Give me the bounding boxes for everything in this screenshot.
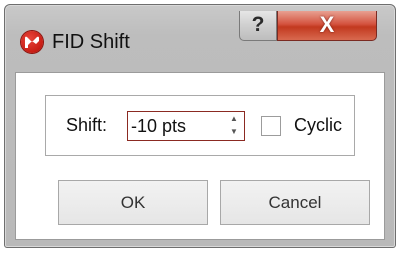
help-button[interactable]: ?	[239, 11, 277, 41]
ok-button[interactable]: OK	[58, 180, 208, 225]
shift-input[interactable]	[131, 114, 223, 138]
title-bar[interactable]: FID Shift ? X	[5, 5, 395, 63]
app-logo-icon	[21, 31, 43, 53]
help-icon: ?	[251, 13, 265, 36]
shift-group: Shift: ▲ ▼ Cyclic	[45, 95, 355, 156]
cyclic-label[interactable]: Cyclic	[294, 115, 342, 136]
close-icon: X	[319, 12, 335, 37]
cancel-button[interactable]: Cancel	[220, 180, 370, 225]
spin-up-icon[interactable]: ▲	[227, 113, 241, 125]
shift-spinbox[interactable]: ▲ ▼	[127, 111, 245, 141]
cyclic-checkbox[interactable]	[261, 116, 281, 136]
close-button[interactable]: X	[277, 11, 377, 41]
shift-label: Shift:	[66, 115, 108, 135]
spin-down-icon[interactable]: ▼	[227, 126, 241, 138]
dialog-body: Shift: ▲ ▼ Cyclic OK Cancel	[15, 72, 385, 240]
dialog-window: FID Shift ? X Shift: ▲ ▼ Cyclic OK Cance…	[4, 4, 396, 248]
window-title: FID Shift	[52, 31, 130, 53]
